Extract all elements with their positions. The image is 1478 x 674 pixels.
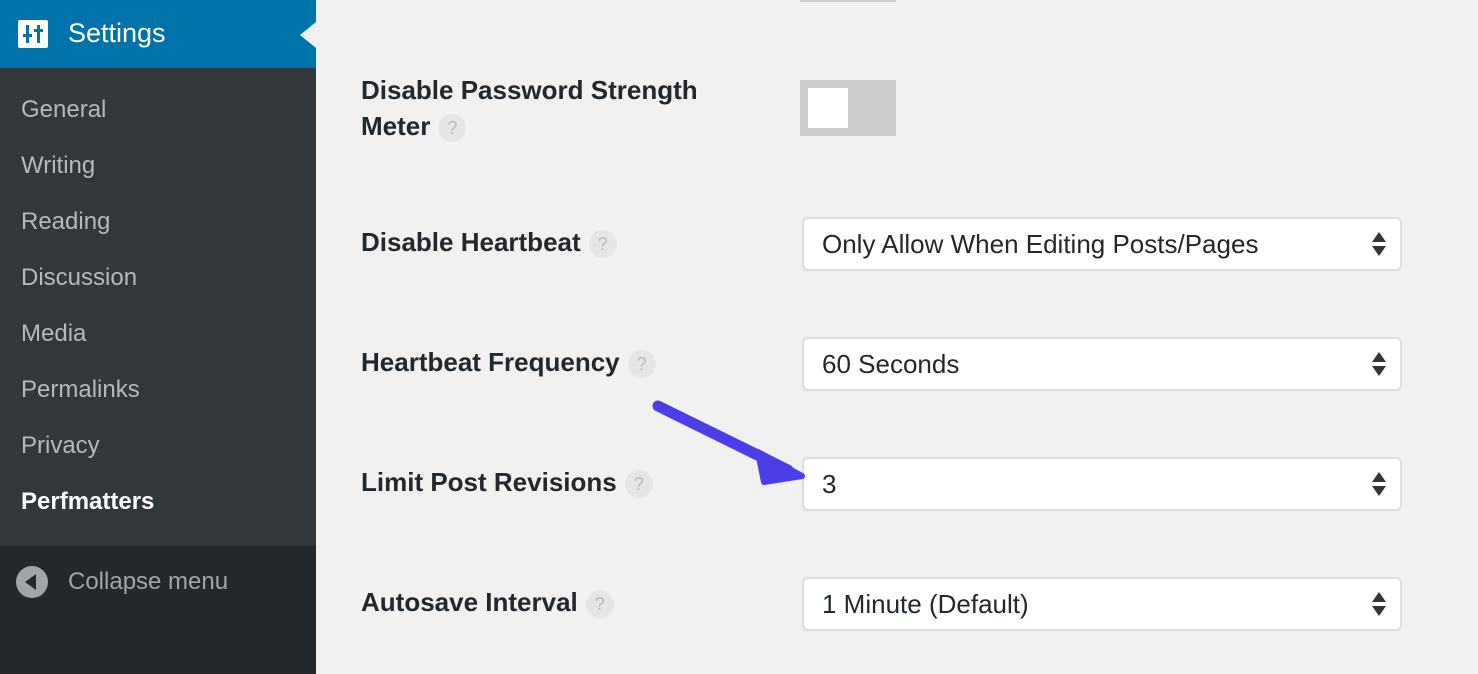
help-icon[interactable]: ? <box>438 114 467 143</box>
toggle-knob <box>808 88 848 128</box>
post-revisions-select[interactable]: 3 <box>802 457 1402 511</box>
post-revisions-label: Limit Post Revisions? <box>361 464 653 500</box>
help-icon[interactable]: ? <box>585 590 614 619</box>
submenu-item-writing[interactable]: Writing <box>21 152 95 180</box>
submenu-item-perfmatters[interactable]: Perfmatters <box>21 488 154 516</box>
password-meter-label: Disable Password Strength Meter? <box>361 75 698 143</box>
help-icon[interactable]: ? <box>588 230 617 259</box>
heartbeat-label: Disable Heartbeat? <box>361 224 617 260</box>
submenu-item-permalinks[interactable]: Permalinks <box>21 376 140 404</box>
select-arrows-icon <box>1372 352 1386 376</box>
password-meter-toggle[interactable] <box>800 80 896 136</box>
select-arrows-icon <box>1372 472 1386 496</box>
autosave-interval-label: Autosave Interval? <box>361 584 614 620</box>
collapse-arrow-icon <box>16 566 48 598</box>
heartbeat-frequency-label: Heartbeat Frequency? <box>361 344 656 380</box>
admin-sidebar: Settings General Writing Reading Discuss… <box>0 0 316 674</box>
previous-toggle-edge <box>800 0 896 2</box>
help-icon[interactable]: ? <box>627 350 656 379</box>
settings-menu-label: Settings <box>68 18 166 48</box>
current-menu-notch <box>300 22 316 48</box>
collapse-menu-button[interactable]: Collapse menu <box>16 566 228 598</box>
settings-submenu: General Writing Reading Discussion Media… <box>0 68 316 546</box>
submenu-item-reading[interactable]: Reading <box>21 208 110 236</box>
settings-sliders-icon <box>18 20 48 48</box>
collapse-menu-label: Collapse menu <box>68 568 229 595</box>
select-arrows-icon <box>1372 232 1386 256</box>
annotation-arrow-icon <box>652 400 805 485</box>
submenu-item-general[interactable]: General <box>21 96 106 124</box>
heartbeat-select[interactable]: Only Allow When Editing Posts/Pages <box>802 217 1402 271</box>
select-arrows-icon <box>1372 592 1386 616</box>
heartbeat-frequency-select[interactable]: 60 Seconds <box>802 337 1402 391</box>
submenu-item-media[interactable]: Media <box>21 320 86 348</box>
submenu-item-discussion[interactable]: Discussion <box>21 264 137 292</box>
settings-menu-header[interactable]: Settings <box>0 0 316 68</box>
autosave-interval-select[interactable]: 1 Minute (Default) <box>802 577 1402 631</box>
submenu-item-privacy[interactable]: Privacy <box>21 432 100 460</box>
